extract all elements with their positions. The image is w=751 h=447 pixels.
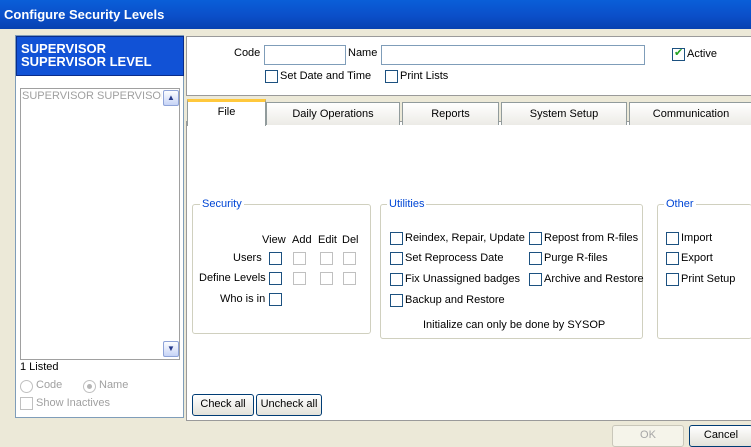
col-header-view: View [262,234,286,246]
check-all-button[interactable]: Check all [192,394,254,416]
col-header-del: Del [342,234,359,246]
purge-r-files-checkbox[interactable] [529,252,542,265]
define-levels-view-checkbox[interactable] [269,272,282,285]
define-levels-del-checkbox[interactable] [343,272,356,285]
tab-system-setup[interactable]: System Setup [501,102,627,125]
backup-restore-label: Backup and Restore [405,294,505,306]
chevron-down-icon[interactable]: ▼ [163,341,179,357]
col-header-add: Add [292,234,312,246]
archive-restore-checkbox[interactable] [529,273,542,286]
row-label-who-is-in: Who is in [220,293,266,305]
selected-level-header: SUPERVISOR SUPERVISOR LEVEL [16,36,184,76]
reindex-label: Reindex, Repair, Update [405,232,525,244]
utilities-group-title: Utilities [387,198,427,210]
users-view-checkbox[interactable] [269,252,282,265]
backup-restore-checkbox[interactable] [390,294,403,307]
uncheck-all-button[interactable]: Uncheck all [256,394,322,416]
security-group-title: Security [200,198,244,210]
users-del-checkbox[interactable] [343,252,356,265]
define-levels-edit-checkbox[interactable] [320,272,333,285]
tab-daily-operations[interactable]: Daily Operations [266,102,400,125]
repost-r-files-label: Repost from R-files [544,232,639,244]
active-label: Active [687,48,717,60]
cancel-button[interactable]: Cancel [689,425,751,447]
users-add-checkbox[interactable] [293,252,306,265]
print-lists-checkbox[interactable] [385,70,398,83]
show-inactives-checkbox[interactable] [20,397,33,410]
print-lists-label: Print Lists [400,70,449,82]
sort-by-name-label: Name [99,379,129,391]
import-checkbox[interactable] [666,232,679,245]
sysop-note: Initialize can only be done by SYSOP [423,319,606,331]
users-edit-checkbox[interactable] [320,252,333,265]
security-group [192,204,371,334]
tab-file[interactable]: File [187,99,266,126]
set-date-time-checkbox[interactable] [265,70,278,83]
tab-reports[interactable]: Reports [402,102,499,125]
purge-r-files-label: Purge R-files [544,252,608,264]
row-label-define-levels: Define Levels [199,272,266,284]
export-checkbox[interactable] [666,252,679,265]
list-item[interactable]: SUPERVISOR SUPERVISOR LEVEL [22,90,162,104]
set-reprocess-date-checkbox[interactable] [390,252,403,265]
show-inactives-label: Show Inactives [36,397,110,409]
level-listbox[interactable] [20,88,180,360]
repost-r-files-checkbox[interactable] [529,232,542,245]
sort-by-code-label: Code [36,379,63,391]
define-levels-add-checkbox[interactable] [293,272,306,285]
reindex-checkbox[interactable] [390,232,403,245]
other-group-title: Other [664,198,696,210]
col-header-edit: Edit [318,234,337,246]
list-count: 1 Listed [20,361,59,373]
title-bar: Configure Security Levels [0,0,751,29]
fix-unassigned-badges-label: Fix Unassigned badges [405,273,520,285]
chevron-up-icon[interactable]: ▲ [163,90,179,106]
ok-button[interactable]: OK [612,425,684,447]
set-reprocess-date-label: Set Reprocess Date [405,252,504,264]
row-label-users: Users [233,252,262,264]
name-input[interactable] [381,45,645,65]
print-setup-checkbox[interactable] [666,273,679,286]
set-date-time-label: Set Date and Time [280,70,372,82]
selected-level-name: SUPERVISOR LEVEL [21,54,152,69]
export-label: Export [681,252,713,264]
sort-by-name-radio[interactable] [83,380,96,393]
archive-restore-label: Archive and Restore [544,273,644,285]
name-label: Name [348,47,378,59]
fix-unassigned-badges-checkbox[interactable] [390,273,403,286]
code-input[interactable] [264,45,346,65]
active-checkbox[interactable] [672,46,685,61]
sort-by-code-radio[interactable] [20,380,33,393]
print-setup-label: Print Setup [681,273,736,285]
other-group [657,204,751,339]
window-title: Configure Security Levels [4,7,165,22]
tab-communication[interactable]: Communication [629,102,751,125]
who-is-in-view-checkbox[interactable] [269,293,282,306]
code-label: Code [234,47,261,59]
import-label: Import [681,232,713,244]
